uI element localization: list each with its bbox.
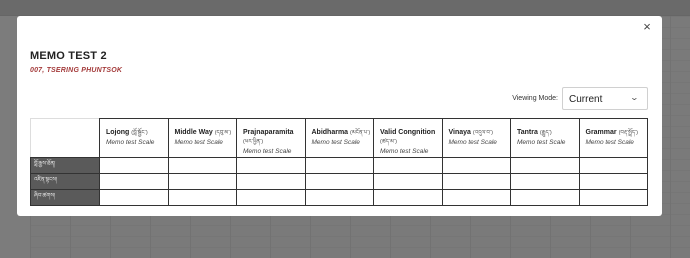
column-name: Abidharma [311, 129, 349, 136]
column-tibetan: (ཕར་ཕྱིན་) [243, 139, 264, 145]
table-row: བློ་རྒྱས་ཐོན། [30, 157, 648, 174]
score-cell[interactable] [373, 157, 443, 174]
score-cell[interactable] [578, 157, 648, 174]
table-row: འཛིན་སྟངས། [30, 173, 648, 190]
score-cell[interactable] [99, 157, 169, 174]
column-tibetan: (རྒྱུད་) [539, 130, 552, 136]
column-scale: Memo test Scale [517, 139, 566, 146]
viewing-mode-value: Current [569, 93, 603, 105]
row-label: འཛིན་སྟངས། [30, 173, 100, 190]
background-header [0, 0, 690, 16]
column-header: Vinaya (འདུལ་བ་) Memo test Scale [441, 118, 511, 158]
row-label: བློ་རྒྱས་ཐོན། [30, 157, 100, 174]
score-cell[interactable] [236, 173, 306, 190]
viewing-mode-control: Viewing Mode: Current ⌄ [512, 86, 648, 110]
score-cell[interactable] [510, 173, 580, 190]
score-cell[interactable] [441, 189, 511, 206]
score-cell[interactable] [99, 189, 169, 206]
column-scale: Memo test Scale [585, 139, 634, 146]
chevron-down-icon: ⌄ [629, 92, 640, 102]
row-label: ཞིབ་ཚགས། [30, 189, 100, 206]
table-header-row: Lojong (བློ་སྦྱོང་) Memo test Scale Middl… [30, 118, 648, 158]
score-cell[interactable] [441, 157, 511, 174]
column-name: Vinaya [448, 129, 471, 136]
column-name: Valid Congnition [380, 129, 436, 136]
modal-title: MEMO TEST 2 [30, 50, 107, 62]
column-scale: Memo test Scale [380, 148, 429, 155]
score-cell[interactable] [373, 189, 443, 206]
score-cell[interactable] [236, 157, 306, 174]
table-corner [30, 118, 100, 158]
column-name: Tantra [517, 129, 538, 136]
column-header: Lojong (བློ་སྦྱོང་) Memo test Scale [99, 118, 169, 158]
score-cell[interactable] [304, 189, 374, 206]
column-tibetan: (ཚད་མ་) [380, 139, 397, 145]
memo-table: Lojong (བློ་སྦྱོང་) Memo test Scale Middl… [30, 118, 648, 206]
score-cell[interactable] [304, 157, 374, 174]
column-tibetan: (བློ་སྦྱོང་) [131, 130, 148, 136]
column-tibetan: (བརྡ་སྤྲོད་) [618, 130, 639, 136]
column-header: Tantra (རྒྱུད་) Memo test Scale [510, 118, 580, 158]
score-cell[interactable] [578, 173, 648, 190]
student-name: 007, TSERING PHUNTSOK [30, 67, 123, 74]
column-header: Valid Congnition (ཚད་མ་) Memo test Scale [373, 118, 443, 158]
column-tibetan: (འདུལ་བ་) [472, 130, 493, 136]
column-scale: Memo test Scale [174, 139, 223, 146]
score-cell[interactable] [167, 189, 237, 206]
score-cell[interactable] [510, 189, 580, 206]
column-header: Middle Way (དབུ་མ་) Memo test Scale [167, 118, 237, 158]
column-tibetan: (དབུ་མ་) [214, 130, 232, 136]
memo-modal: × MEMO TEST 2 007, TSERING PHUNTSOK View… [17, 16, 662, 216]
score-cell[interactable] [167, 173, 237, 190]
score-cell[interactable] [236, 189, 306, 206]
column-tibetan: (མངོན་པ་) [350, 130, 371, 136]
column-header: Prajnaparamita (ཕར་ཕྱིན་) Memo test Scale [236, 118, 306, 158]
score-cell[interactable] [304, 173, 374, 190]
score-cell[interactable] [99, 173, 169, 190]
column-header: Abidharma (མངོན་པ་) Memo test Scale [304, 118, 374, 158]
score-cell[interactable] [167, 157, 237, 174]
column-name: Middle Way [174, 129, 213, 136]
column-scale: Memo test Scale [311, 139, 360, 146]
close-button[interactable]: × [640, 20, 654, 34]
score-cell[interactable] [441, 173, 511, 190]
column-scale: Memo test Scale [448, 139, 497, 146]
column-name: Grammar [585, 129, 617, 136]
viewing-mode-select[interactable]: Current ⌄ [562, 86, 648, 110]
score-cell[interactable] [578, 189, 648, 206]
column-name: Prajnaparamita [243, 129, 294, 136]
score-cell[interactable] [373, 173, 443, 190]
table-row: ཞིབ་ཚགས། [30, 189, 648, 206]
column-scale: Memo test Scale [243, 148, 292, 155]
viewing-mode-label: Viewing Mode: [512, 94, 558, 102]
column-header: Grammar (བརྡ་སྤྲོད་) Memo test Scale [578, 118, 648, 158]
column-name: Lojong [106, 129, 130, 136]
column-scale: Memo test Scale [106, 139, 155, 146]
score-cell[interactable] [510, 157, 580, 174]
